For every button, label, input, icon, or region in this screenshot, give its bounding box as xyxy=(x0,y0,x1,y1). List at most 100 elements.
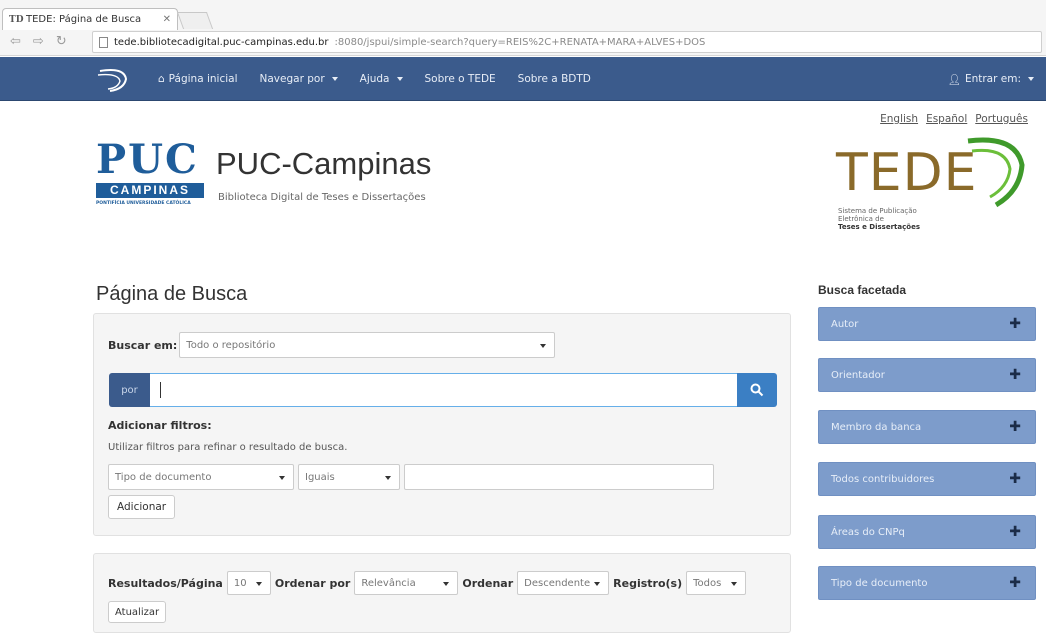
lang-portugues[interactable]: Português xyxy=(975,113,1028,125)
search-panel: Buscar em: Todo o repositório por Adicio… xyxy=(93,313,791,536)
nav-about-tede[interactable]: Sobre o TEDE xyxy=(425,73,496,85)
order-value: Descendente xyxy=(524,577,591,589)
lang-english[interactable]: English xyxy=(880,113,918,125)
chevron-down-icon xyxy=(279,476,285,480)
facet-label: Áreas do CNPq xyxy=(831,526,905,538)
filter-operator-select[interactable]: Iguais xyxy=(298,464,400,490)
filters-title: Adicionar filtros: xyxy=(108,419,212,432)
facet-label: Autor xyxy=(831,318,859,330)
order-select[interactable]: Descendente xyxy=(517,571,610,595)
back-arrow-icon[interactable]: ⇦ xyxy=(10,34,21,49)
filter-field-select[interactable]: Tipo de documento xyxy=(108,464,294,490)
tede-favicon-icon: TD xyxy=(9,14,24,25)
query-group: por xyxy=(109,373,777,407)
url-path: :8080/jspui/simple-search?query=REIS%2C+… xyxy=(334,36,706,48)
facet-orientador[interactable]: Orientador ✚ xyxy=(818,358,1036,392)
nav-browse[interactable]: Navegar por xyxy=(260,73,338,85)
tede-subtitle: Sistema de Publicação Eletrônica de Tese… xyxy=(838,207,920,231)
site-title: PUC-Campinas xyxy=(216,146,432,181)
filter-operator-value: Iguais xyxy=(305,471,335,483)
home-icon: ⌂ xyxy=(158,73,165,85)
scope-label: Buscar em: xyxy=(108,338,178,352)
filter-value-input[interactable] xyxy=(404,464,714,490)
add-filter-button[interactable]: Adicionar xyxy=(108,495,176,519)
tede-wordmark: TEDE xyxy=(836,143,978,203)
browser-chrome: TD TEDE: Página de Busca ✕ ⇦ ⇨ ↻ tede.bi… xyxy=(0,0,1046,56)
scope-select[interactable]: Todo o repositório xyxy=(179,332,556,358)
chevron-down-icon xyxy=(255,582,262,586)
per-page-value: 10 xyxy=(233,577,247,589)
search-icon xyxy=(750,383,764,397)
tede-sub-line1: Sistema de Publicação xyxy=(838,207,917,215)
chevron-down-icon xyxy=(443,582,450,586)
facet-tipo-documento[interactable]: Tipo de documento ✚ xyxy=(818,566,1036,600)
facet-label: Tipo de documento xyxy=(831,577,928,589)
lang-espanol[interactable]: Español xyxy=(926,113,967,125)
login-label: Entrar em: xyxy=(964,73,1021,85)
login-menu[interactable]: 👤︎ Entrar em: xyxy=(948,57,1034,101)
facet-contribuidores[interactable]: Todos contribuidores ✚ xyxy=(818,462,1036,496)
chevron-down-icon xyxy=(540,344,547,348)
caret-down-icon xyxy=(331,77,338,81)
address-bar[interactable]: tede.bibliotecadigital.puc-campinas.edu.… xyxy=(92,31,1042,53)
sort-by-select[interactable]: Relevância xyxy=(354,571,459,595)
nav-help[interactable]: Ajuda xyxy=(360,73,403,85)
puc-subtitle: PONTIFÍCIA UNIVERSIDADE CATÓLICA xyxy=(96,201,191,206)
per-page-label: Resultados/Página xyxy=(108,576,223,590)
search-input[interactable] xyxy=(150,373,737,407)
plus-icon: ✚ xyxy=(1009,575,1021,591)
nav-browse-label: Navegar por xyxy=(259,73,325,85)
tede-swoosh-logo-icon[interactable] xyxy=(96,65,136,93)
tede-sub-line3: Teses e Dissertações xyxy=(838,223,920,231)
plus-icon: ✚ xyxy=(1009,419,1021,435)
language-links: English Español Português xyxy=(880,113,1028,125)
records-select[interactable]: Todos xyxy=(686,571,747,595)
url-host: tede.bibliotecadigital.puc-campinas.edu.… xyxy=(114,36,329,48)
filters-description: Utilizar filtros para refinar o resultad… xyxy=(108,442,348,453)
nav-help-label: Ajuda xyxy=(359,73,390,85)
facet-membro-banca[interactable]: Membro da banca ✚ xyxy=(818,410,1036,444)
plus-icon: ✚ xyxy=(1009,316,1021,332)
tede-swoosh-icon xyxy=(967,137,1025,208)
results-options-panel: Resultados/Página 10 Ordenar por Relevân… xyxy=(93,553,791,633)
nav-home-label: Página inicial xyxy=(168,73,238,85)
nav-about-bdtd-label: Sobre a BDTD xyxy=(517,73,591,85)
page-icon xyxy=(99,36,108,48)
nav-home[interactable]: ⌂ Página inicial xyxy=(158,73,238,85)
records-value: Todos xyxy=(693,577,722,589)
browser-tab[interactable]: TD TEDE: Página de Busca ✕ xyxy=(2,8,178,30)
user-icon: 👤︎ xyxy=(947,73,961,86)
forward-arrow-icon[interactable]: ⇨ xyxy=(33,34,44,49)
site-subtitle: Biblioteca Digital de Teses e Dissertaçõ… xyxy=(218,192,426,203)
facet-autor[interactable]: Autor ✚ xyxy=(818,307,1036,341)
query-prefix: por xyxy=(109,373,150,407)
tede-logo[interactable]: TEDE Sistema de Publicação Eletrônica de… xyxy=(836,131,1036,241)
scope-value: Todo o repositório xyxy=(186,339,276,351)
close-icon[interactable]: ✕ xyxy=(163,14,171,25)
nav-about-bdtd[interactable]: Sobre a BDTD xyxy=(518,73,591,85)
order-label: Ordenar xyxy=(462,576,514,590)
records-label: Registro(s) xyxy=(613,576,683,590)
search-button[interactable] xyxy=(737,373,777,407)
per-page-select[interactable]: 10 xyxy=(226,571,271,595)
puc-letters: PUC xyxy=(96,136,199,183)
tede-sub-line2: Eletrônica de xyxy=(838,215,884,223)
facet-areas-cnpq[interactable]: Áreas do CNPq ✚ xyxy=(818,515,1036,549)
site-navbar: ⌂ Página inicial Navegar por Ajuda Sobre… xyxy=(0,57,1046,101)
facets-title: Busca facetada xyxy=(818,283,907,297)
plus-icon: ✚ xyxy=(1009,524,1021,540)
caret-down-icon xyxy=(1028,77,1034,81)
filter-field-value: Tipo de documento xyxy=(115,471,212,483)
facet-label: Orientador xyxy=(831,369,885,381)
sort-by-value: Relevância xyxy=(361,577,416,589)
chevron-down-icon xyxy=(594,582,601,586)
new-tab-button[interactable] xyxy=(176,12,214,29)
browser-nav-buttons: ⇦ ⇨ ↻ xyxy=(10,34,67,49)
page-title: Página de Busca xyxy=(96,283,248,305)
caret-down-icon xyxy=(396,77,403,81)
facet-label: Membro da banca xyxy=(831,421,922,433)
refresh-button[interactable]: Atualizar xyxy=(108,601,167,623)
reload-icon[interactable]: ↻ xyxy=(56,34,67,49)
puc-campinas-logo[interactable]: PUC CAMPINAS PONTIFÍCIA UNIVERSIDADE CAT… xyxy=(96,140,216,212)
plus-icon: ✚ xyxy=(1009,471,1021,487)
